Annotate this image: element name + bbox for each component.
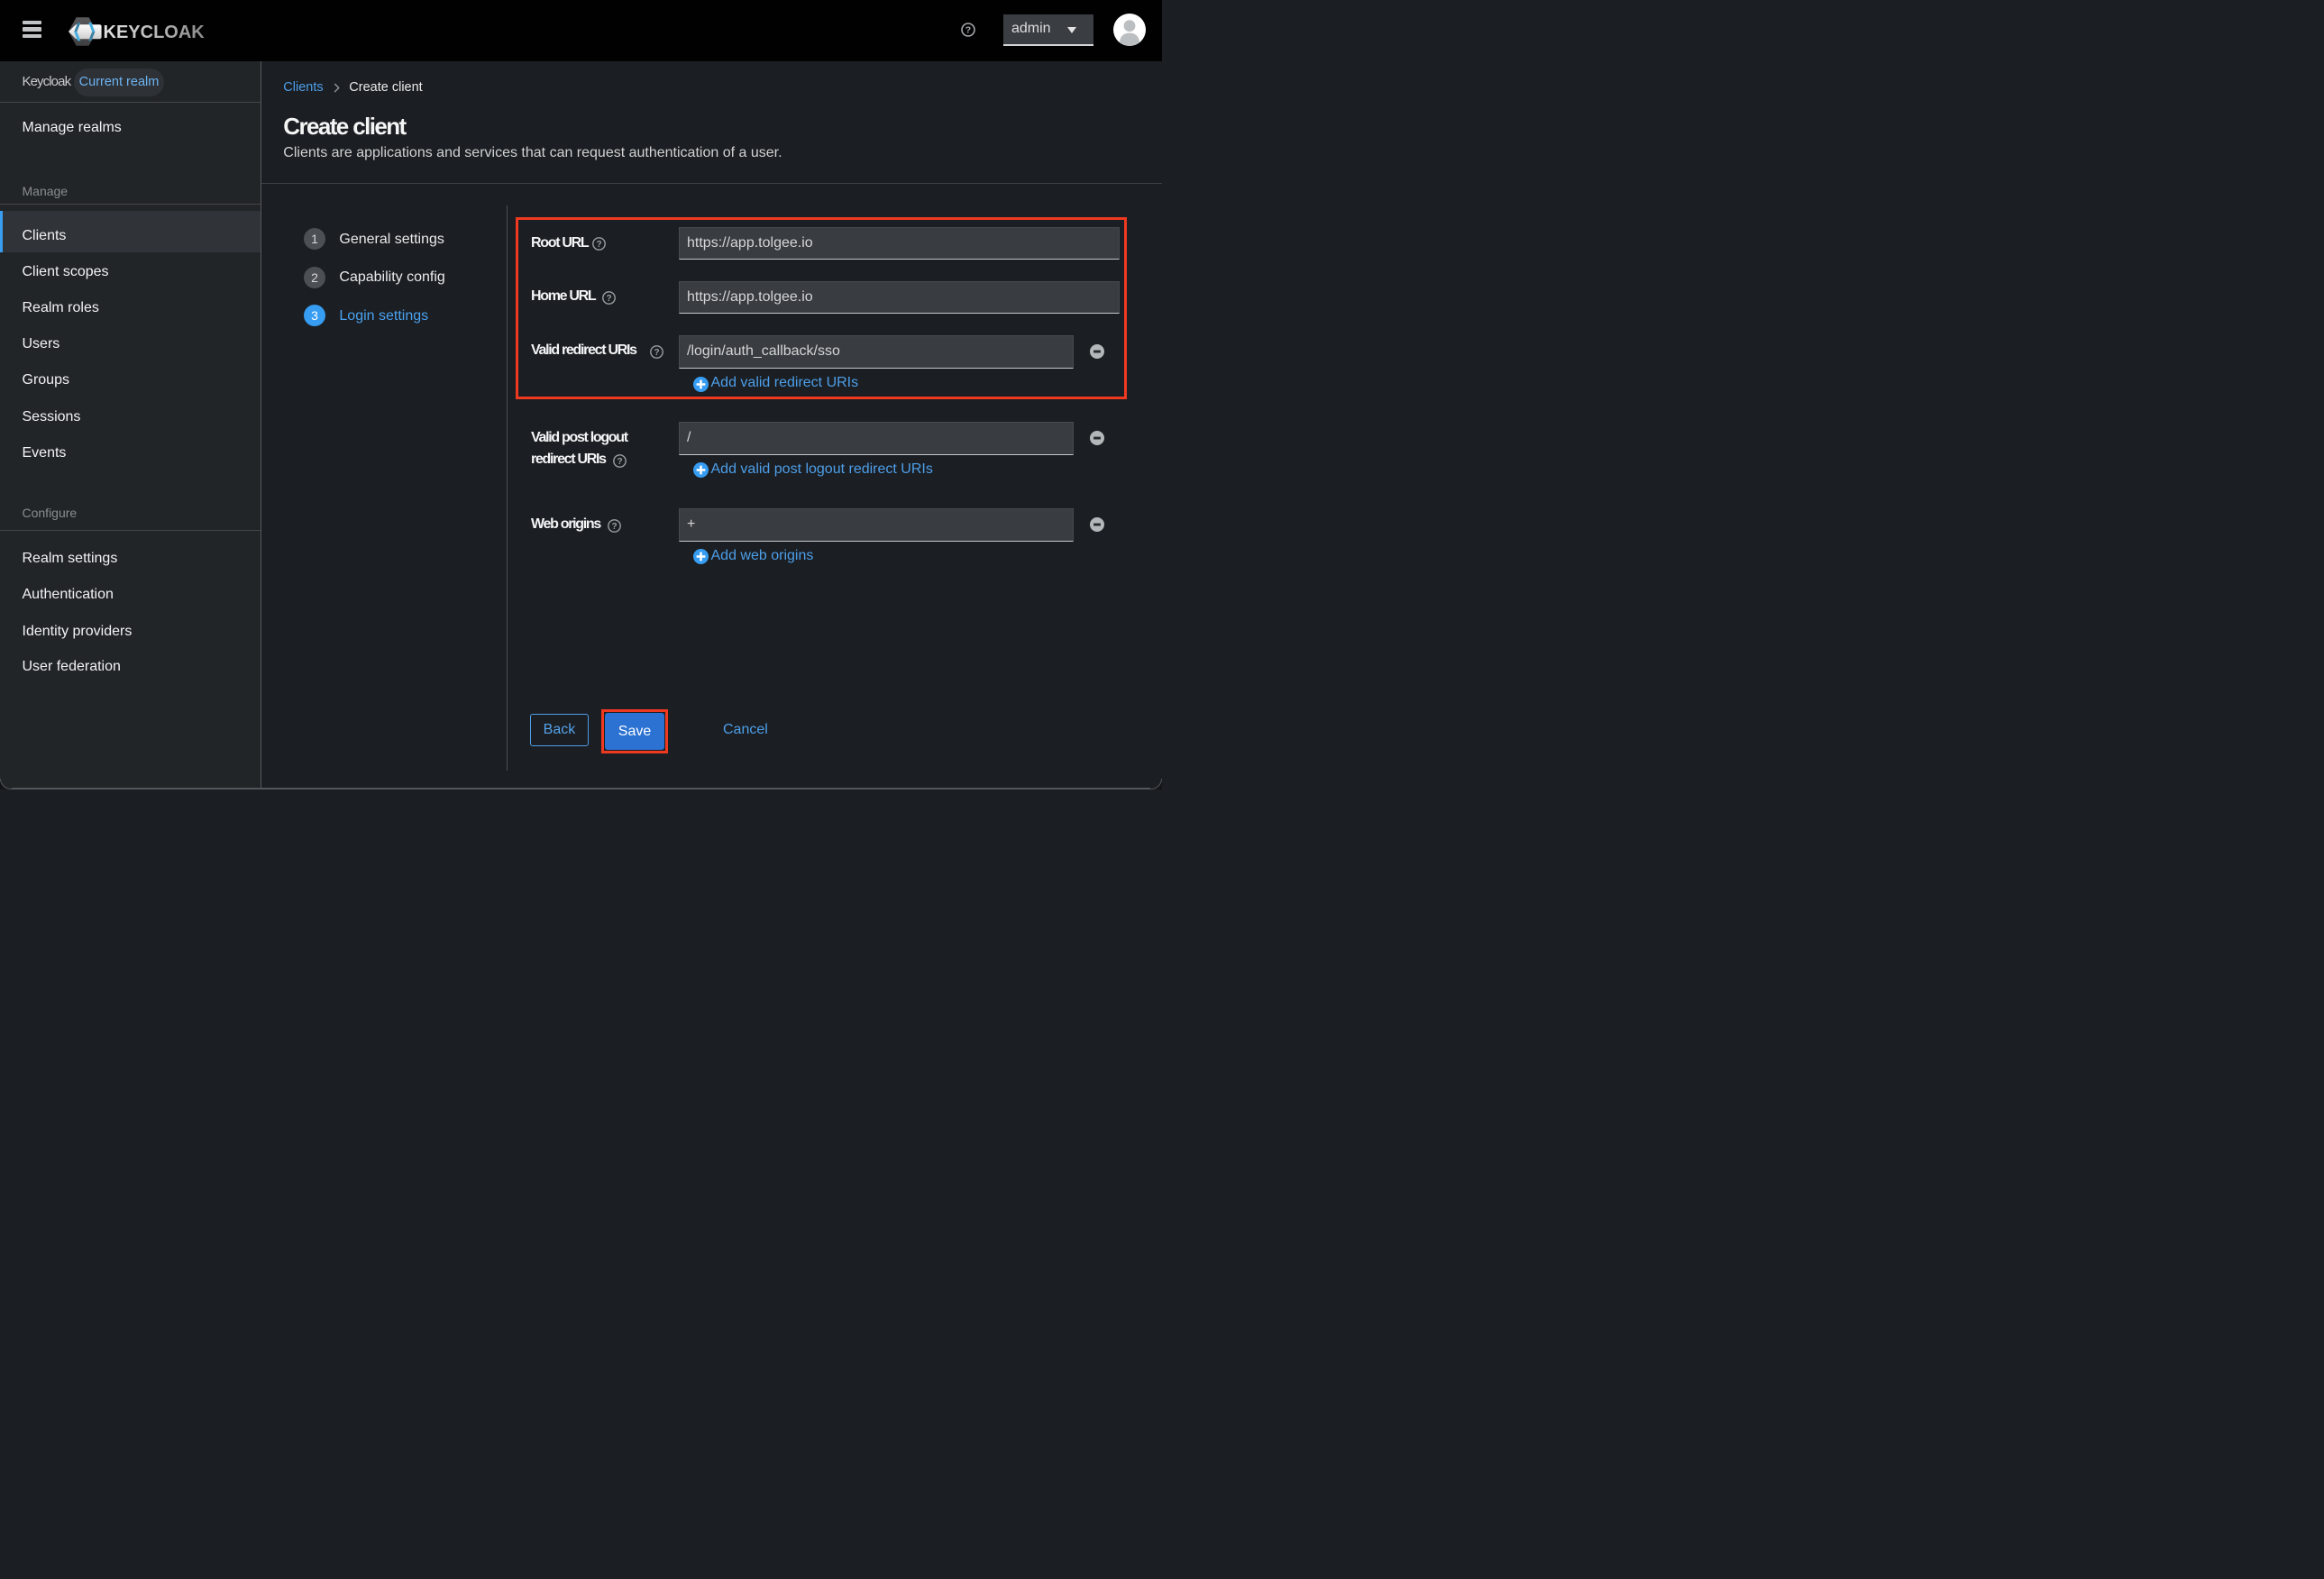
- svg-text:KEYCLOAK: KEYCLOAK: [104, 22, 206, 41]
- svg-text:?: ?: [965, 25, 970, 36]
- svg-text:?: ?: [611, 522, 617, 532]
- svg-text:?: ?: [654, 348, 659, 358]
- svg-text:?: ?: [617, 457, 622, 467]
- svg-text:?: ?: [606, 294, 611, 304]
- svg-text:?: ?: [596, 241, 601, 251]
